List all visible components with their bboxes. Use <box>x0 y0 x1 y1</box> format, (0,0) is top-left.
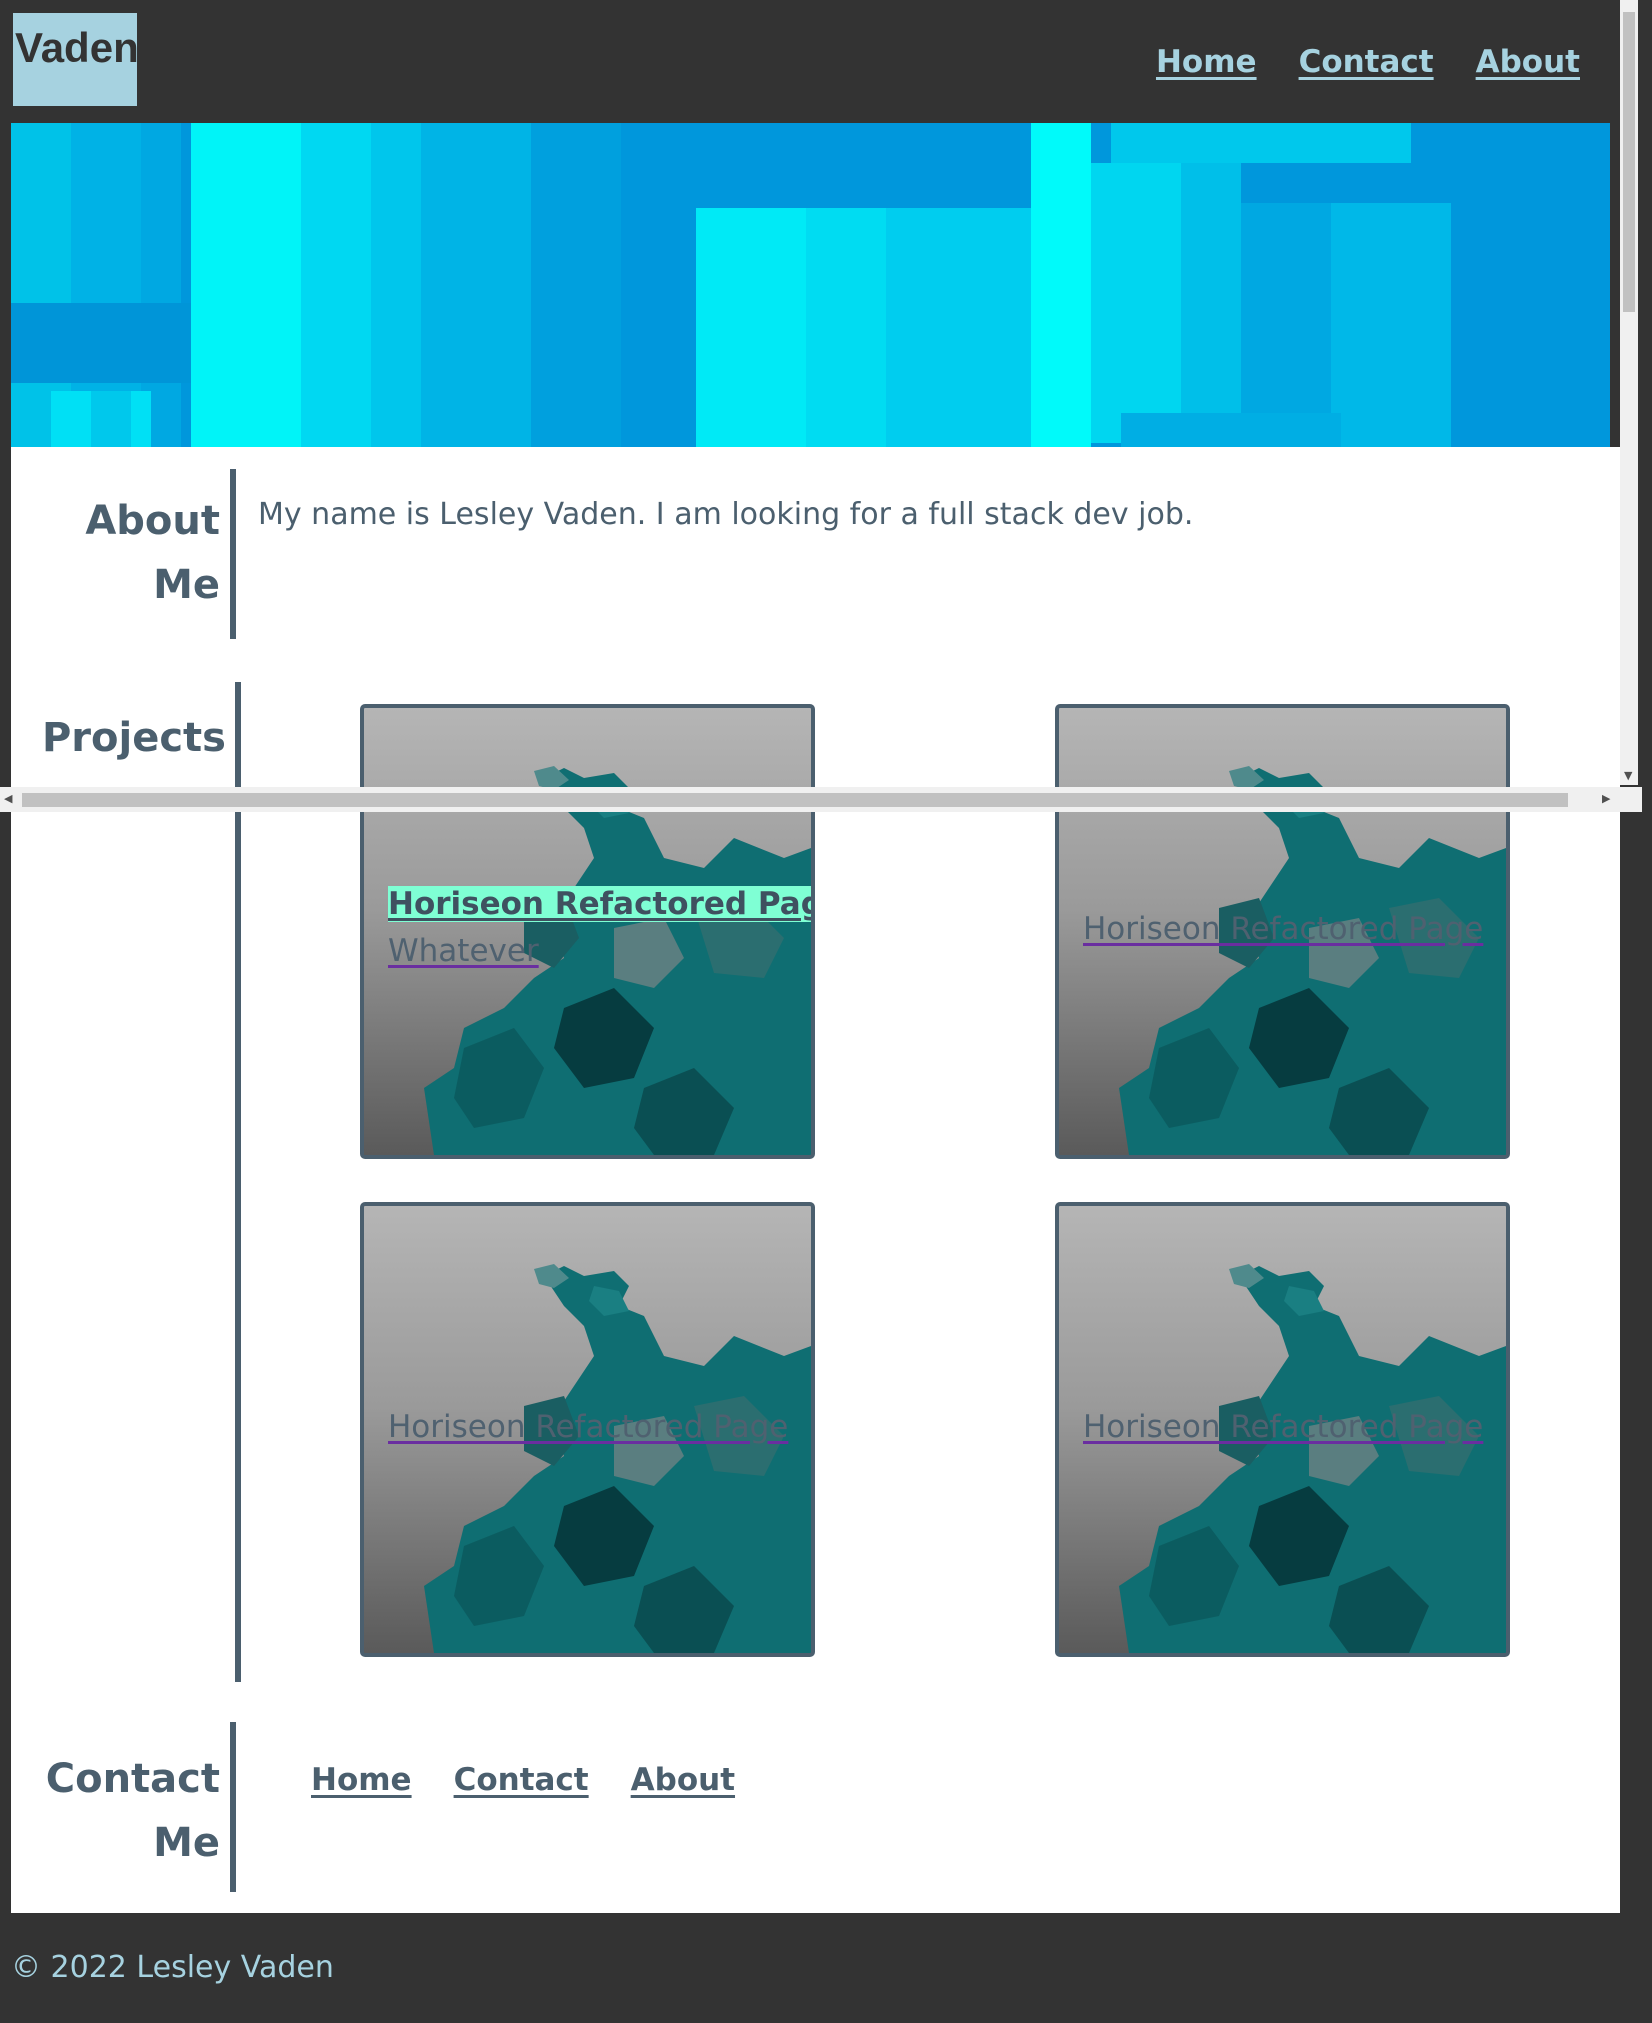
contact-me-heading: Contact Me <box>31 1747 220 1875</box>
project-card[interactable]: Horiseon Refactored Page <box>1055 704 1510 1159</box>
project-card[interactable]: Horiseon Refactored Page <box>360 1202 815 1657</box>
project-link[interactable]: Horiseon Refactored Page <box>1083 1409 1483 1445</box>
project-card[interactable]: Horiseon Refactored Page Whatever <box>360 704 815 1159</box>
about-me-heading: About Me <box>51 489 220 617</box>
contact-about-link[interactable]: About <box>631 1762 735 1798</box>
contact-heading-line1: Contact <box>45 1756 220 1802</box>
scroll-down-icon[interactable]: ▼ <box>1624 770 1632 782</box>
project-sublink[interactable]: Whatever <box>388 933 539 969</box>
about-heading-line2: Me <box>153 562 220 608</box>
main-content: About Me My name is Lesley Vaden. I am l… <box>11 447 1620 1913</box>
scroll-left-icon[interactable]: ◀ <box>4 792 12 806</box>
project-link[interactable]: Horiseon Refactored Page <box>388 1409 788 1445</box>
contact-home-link[interactable]: Home <box>311 1762 412 1798</box>
vertical-scrollbar[interactable]: ▼ <box>1620 0 1638 785</box>
copyright-text: © 2022 Lesley Vaden <box>11 1950 334 1985</box>
scroll-right-icon[interactable]: ▶ <box>1602 792 1610 806</box>
horizontal-scrollbar-thumb[interactable] <box>22 793 1568 807</box>
nav-home-link[interactable]: Home <box>1156 44 1257 80</box>
site-header: Vaden Home Contact About <box>0 0 1620 123</box>
about-heading-line1: About <box>85 498 220 544</box>
site-logo[interactable]: Vaden <box>13 13 139 106</box>
nav-contact-link[interactable]: Contact <box>1299 44 1434 80</box>
project-link[interactable]: Horiseon Refactored Page <box>1083 911 1483 947</box>
nav-about-link[interactable]: About <box>1476 44 1580 80</box>
contact-heading-line2: Me <box>153 1820 220 1866</box>
contact-contact-link[interactable]: Contact <box>454 1762 589 1798</box>
top-nav: Home Contact About <box>1156 44 1580 80</box>
horizontal-scrollbar[interactable]: ◀ ▶ <box>0 787 1642 812</box>
vertical-scrollbar-thumb[interactable] <box>1623 12 1635 312</box>
about-divider <box>230 469 236 639</box>
contact-nav: Home Contact About <box>311 1762 735 1798</box>
projects-heading: Projects <box>41 715 226 761</box>
about-text: My name is Lesley Vaden. I am looking fo… <box>258 497 1194 532</box>
contact-divider <box>230 1722 236 1892</box>
project-link[interactable]: Horiseon Refactored Page <box>388 886 811 922</box>
project-card[interactable]: Horiseon Refactored Page <box>1055 1202 1510 1657</box>
projects-divider <box>235 682 241 1682</box>
hero-banner-image <box>11 123 1610 447</box>
